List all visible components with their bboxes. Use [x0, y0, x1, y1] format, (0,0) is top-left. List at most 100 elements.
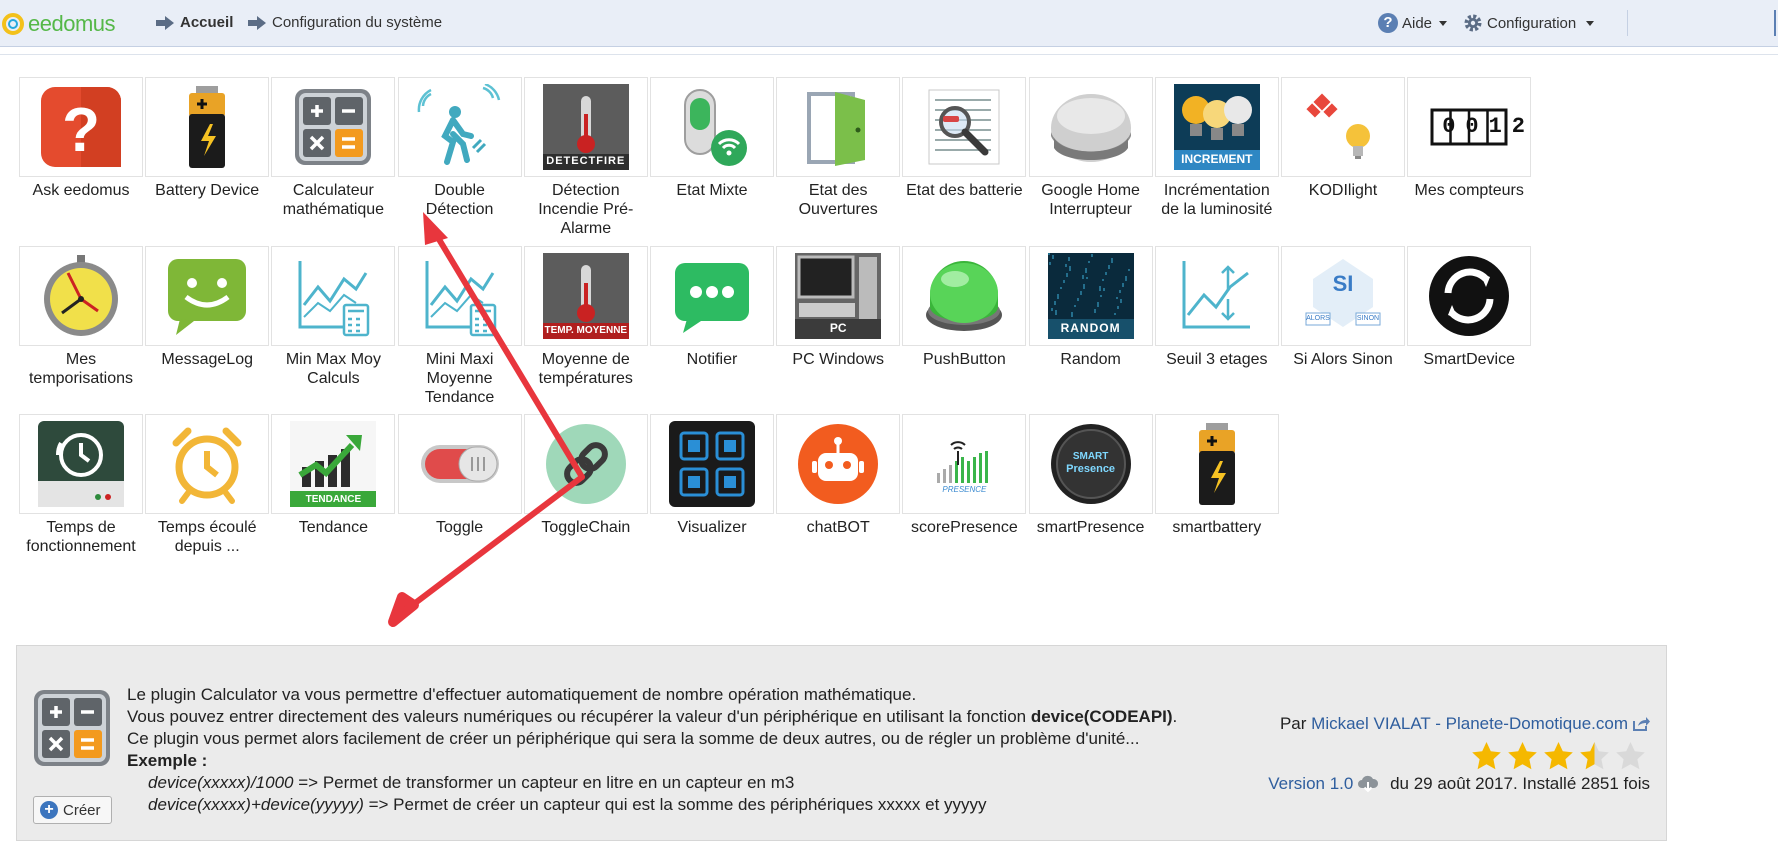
plugin-tile[interactable]: Notifier [647, 245, 777, 369]
plugin-tile[interactable]: Toggle [395, 414, 525, 537]
plugin-tile[interactable]: Battery Device [142, 77, 272, 200]
plugin-tile[interactable]: KODIlight [1278, 77, 1408, 200]
plugin-tile[interactable]: PC PC Windows [773, 245, 903, 369]
plugin-tile[interactable]: Temps écoulé depuis ... [142, 414, 272, 556]
top-navbar: eedomus Accueil Configuration du système… [0, 0, 1778, 47]
plugin-tile[interactable]: INCREMENT Incrémentation de la luminosité [1152, 77, 1282, 219]
breadcrumb-config[interactable]: Configuration du système [248, 14, 442, 31]
plugin-icon-frame [776, 414, 901, 514]
plugin-icon-frame [650, 77, 774, 177]
plugin-tile[interactable]: Etat des batterie [899, 77, 1029, 200]
plugin-label: Calculateur mathématique [282, 182, 385, 218]
star-icon [1472, 742, 1501, 770]
gear-icon [1464, 14, 1482, 32]
plugin-tile[interactable]: RANDOM Random [1026, 245, 1156, 369]
version-link[interactable]: Version 1.0 [1268, 774, 1353, 794]
author-link[interactable]: Mickael VIALAT - Planete-Domotique.com [1311, 714, 1628, 734]
plugin-tile[interactable]: SI ALORS SINON Si Alors Sinon [1278, 245, 1408, 369]
plugin-icon-frame [650, 414, 774, 514]
plugin-label: Battery Device [155, 182, 260, 199]
plugin-tile[interactable]: MessageLog [142, 245, 272, 369]
plugin-icon-frame: SMART Presence [1028, 414, 1153, 514]
icon-badge-text: ALORS [1306, 314, 1330, 322]
description-line: Vous pouvez entrer directement des valeu… [127, 706, 1247, 728]
plugin-tile[interactable]: Calculateur mathématique [268, 77, 398, 219]
icon-badge-text: INCREMENT [1181, 152, 1253, 166]
plugin-tile[interactable]: Min Max Moy Calculs [268, 245, 398, 388]
plugin-tile[interactable]: Double Détection [395, 77, 525, 219]
plugin-tile[interactable]: SMART Presence smartPresence [1026, 414, 1156, 537]
plugin-tile[interactable]: Seuil 3 etages [1152, 245, 1282, 369]
external-link-icon[interactable] [1632, 716, 1650, 732]
door-icon [795, 84, 881, 170]
plugin-tile[interactable]: chatBOT [773, 414, 903, 537]
plugin-tile[interactable]: ToggleChain [521, 414, 651, 537]
plugin-tile[interactable]: 0012 Mes compteurs [1404, 77, 1534, 200]
plugin-tile[interactable]: PushButton [899, 245, 1029, 369]
google-home-icon [1048, 84, 1134, 170]
plugin-icon-frame: 0012 [1407, 77, 1532, 177]
chain-link-icon [543, 421, 629, 507]
icon-badge-text: SMART [1072, 451, 1109, 462]
stopwatch-icon [38, 253, 124, 339]
plugin-icon-frame [1407, 245, 1532, 346]
plugin-tile[interactable]: Visualizer [647, 414, 777, 537]
star-icon [1508, 742, 1537, 770]
plugin-tile[interactable]: Mini Maxi Moyenne Tendance [395, 245, 525, 407]
plugin-tile[interactable]: TEMP. MOYENNE Moyenne de températures [521, 245, 651, 388]
icon-badge-text: SINON [1356, 314, 1380, 322]
plugin-label: smartbattery [1172, 519, 1262, 536]
configuration-menu[interactable]: Configuration [1463, 13, 1595, 33]
plugin-tile[interactable]: Etat Mixte [647, 77, 777, 200]
message-smiley-icon [164, 253, 250, 339]
eedomus-logo[interactable]: eedomus [2, 9, 116, 39]
plugin-label: ToggleChain [541, 519, 631, 536]
plugin-tile[interactable]: Mes temporisations [16, 245, 146, 388]
help-icon: ? [1378, 13, 1398, 33]
example-title: Exemple : [127, 751, 208, 770]
thermometer-detectfire-icon: DETECTFIRE [542, 84, 629, 170]
plugin-label: Mes compteurs [1414, 182, 1524, 199]
description-text-part: . [1172, 707, 1178, 726]
description-text-part: Vous pouvez entrer directement des valeu… [127, 707, 1031, 726]
plugin-tile[interactable]: ? Ask eedomus [16, 77, 146, 200]
plugin-icon-frame: SI ALORS SINON [1281, 245, 1405, 346]
arrow-right-icon [156, 15, 174, 30]
plugin-icon-frame [1028, 77, 1153, 177]
arrow-right-icon [248, 15, 266, 30]
plugin-label: Etat Mixte [676, 182, 748, 199]
plugin-tile[interactable]: smartbattery [1152, 414, 1282, 537]
plugin-label: Visualizer [677, 519, 747, 536]
plugin-icon-frame [271, 245, 396, 346]
plugin-tile[interactable]: PRESENCE scorePresence [899, 414, 1029, 537]
plugin-label: SmartDevice [1423, 350, 1515, 368]
plugin-tile[interactable]: Google Home Interrupteur [1026, 77, 1156, 219]
plugin-icon-frame [523, 414, 648, 514]
plugin-label: PC Windows [792, 350, 884, 368]
plugin-label: Random [1060, 350, 1121, 368]
plugin-icon-frame [397, 245, 522, 346]
plugin-label: Si Alors Sinon [1293, 350, 1393, 368]
battery-icon-2 [1174, 421, 1260, 507]
sync-circle-icon [1426, 253, 1512, 339]
plugin-label: Incrémentation de la luminosité [1161, 182, 1273, 218]
icon-badge-text: Presence [1066, 463, 1116, 475]
help-menu[interactable]: ? Aide [1378, 13, 1448, 33]
example-code: device(xxxxx)/1000 [148, 773, 294, 792]
plugin-label: Mini Maxi Moyenne Tendance [424, 350, 495, 406]
breadcrumb-home[interactable]: Accueil [156, 14, 233, 31]
plugin-tile[interactable]: TENDANCE Tendance [268, 414, 398, 537]
plugin-icon-frame [271, 77, 396, 177]
plugin-icon-frame: PC [776, 245, 901, 346]
plugin-tile[interactable]: SmartDevice [1404, 245, 1534, 369]
plugin-tile[interactable]: Etat des Ouvertures [773, 77, 903, 219]
plugin-tile[interactable]: Temps de fonctionnement [16, 414, 146, 556]
plugin-label: Toggle [436, 519, 484, 536]
plugin-tile[interactable]: DETECTFIRE Détection Incendie Pré-Alarme [521, 77, 651, 238]
star-icon [1580, 742, 1609, 770]
plugin-icon-frame [145, 414, 270, 514]
arrow-head [388, 592, 419, 627]
create-button[interactable]: + Créer [33, 796, 112, 824]
example-text: => Permet de créer un capteur qui est la… [363, 795, 987, 814]
plugin-icon-frame: PRESENCE [902, 414, 1027, 514]
